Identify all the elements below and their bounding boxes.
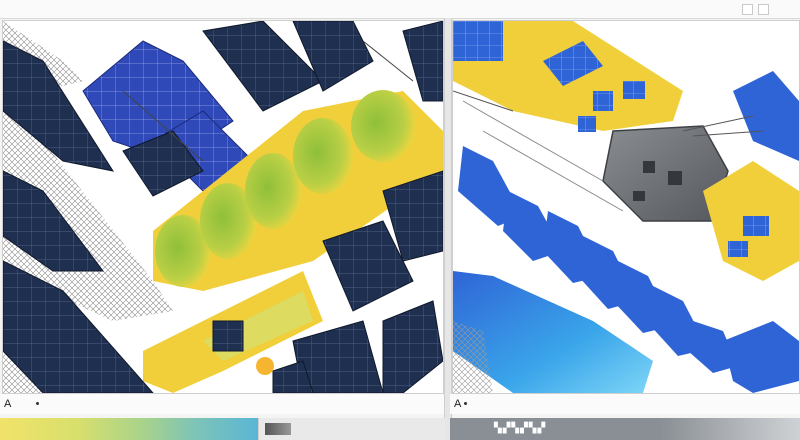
status-glyph: A bbox=[454, 398, 462, 410]
watermark-stamp: ▚▞▚▞▚▞ bbox=[494, 423, 547, 434]
solar-panel bbox=[212, 320, 244, 352]
solar-panels-right-illustration bbox=[453, 21, 799, 393]
device-port bbox=[668, 171, 682, 185]
right-status-bar: A bbox=[450, 394, 800, 414]
fade-strip bbox=[660, 418, 800, 440]
device-port bbox=[643, 161, 655, 173]
left-status-bar: A bbox=[0, 394, 444, 414]
lime-dome bbox=[245, 153, 301, 229]
left-illustration-pane bbox=[2, 20, 444, 394]
status-dot bbox=[464, 402, 467, 405]
status-dot bbox=[36, 402, 39, 405]
pane-divider[interactable] bbox=[444, 18, 452, 440]
device-port bbox=[633, 191, 645, 201]
sensor-dome bbox=[256, 357, 274, 375]
solar-panel bbox=[743, 216, 769, 236]
window-title-bar bbox=[0, 0, 800, 19]
lime-dome bbox=[351, 90, 415, 162]
bottom-toolbar bbox=[258, 418, 445, 440]
solar-panel bbox=[453, 21, 503, 61]
solar-panel bbox=[728, 241, 748, 257]
solar-panels-left-illustration bbox=[3, 21, 443, 393]
solar-panel bbox=[578, 116, 596, 132]
maximize-icon[interactable] bbox=[758, 4, 769, 15]
solar-panel bbox=[593, 91, 613, 111]
minimize-icon[interactable] bbox=[742, 4, 753, 15]
solar-panel bbox=[623, 81, 645, 99]
lime-dome bbox=[293, 118, 353, 194]
gray-swatch bbox=[265, 423, 291, 435]
color-ramp bbox=[0, 418, 258, 440]
status-glyph: A bbox=[4, 398, 12, 410]
right-illustration-pane bbox=[452, 20, 800, 394]
bottom-right-strip: ▚▞▚▞▚▞ bbox=[450, 418, 800, 440]
